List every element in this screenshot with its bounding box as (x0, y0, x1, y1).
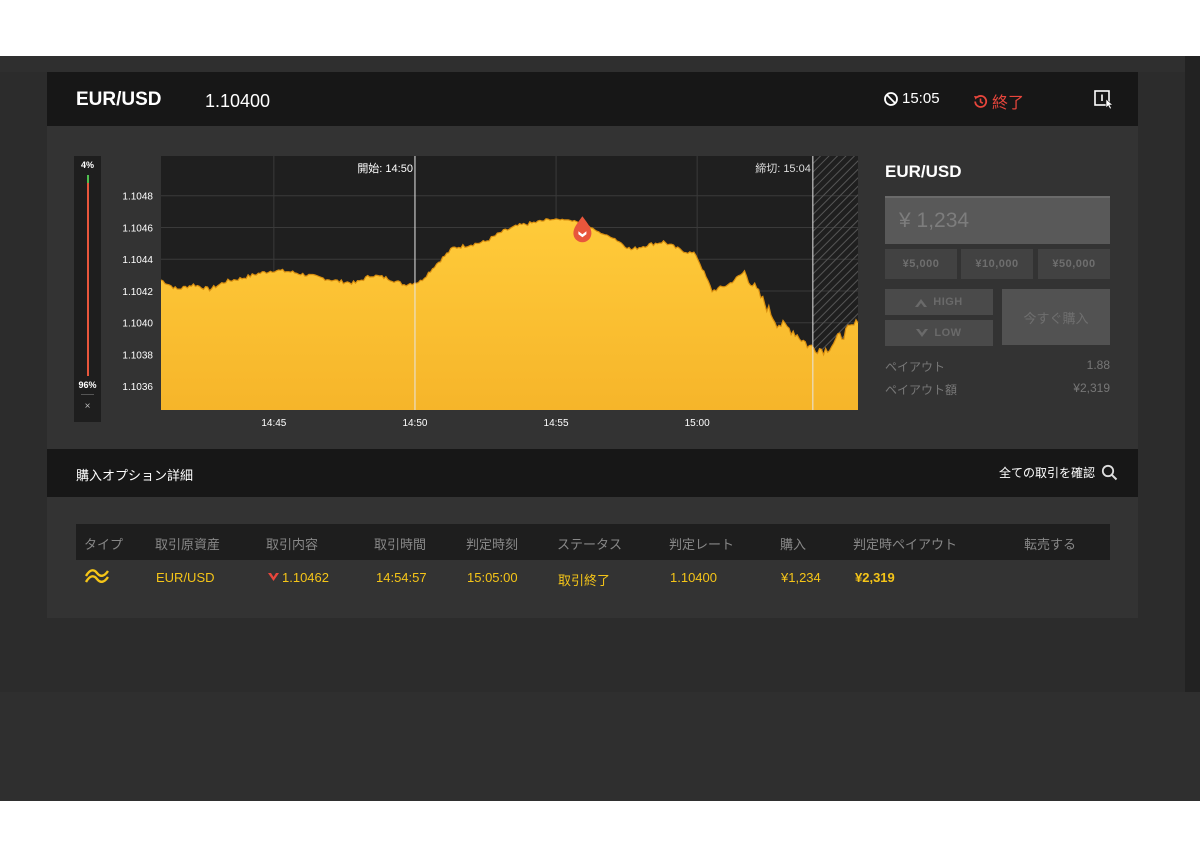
price-chart: 1.1048 1.1046 1.1044 1.1042 1.1040 1.1038 1.10… (122, 156, 859, 429)
window-cursor-icon (1094, 90, 1114, 110)
low-label: LOW (934, 327, 962, 339)
col-judge-rate: 判定レート (669, 537, 735, 552)
trade-pair-title: EUR/USD (885, 162, 962, 181)
y-tick-label: 1.1040 (122, 319, 153, 330)
payout-label: ペイアウト (885, 360, 946, 374)
payout-value: 1.88 (1086, 358, 1110, 372)
option-type-icon (84, 567, 110, 590)
row-content: 1.10462 (268, 570, 329, 585)
row-content-rate: 1.10462 (282, 570, 329, 585)
high-label: HIGH (933, 296, 963, 308)
sentiment-low-bar (87, 183, 89, 376)
table-row[interactable]: EUR/USD 1.10462 14:54:57 15:05:00 取引終了 1… (76, 560, 1110, 596)
start-time-label: 開始: 14:50 (357, 161, 413, 175)
amount-input[interactable] (885, 196, 1110, 244)
payout-amount-label: ペイアウト額 (885, 383, 958, 397)
preset-10000-button[interactable]: ¥10,000 (961, 249, 1033, 279)
view-all-trades-link[interactable]: 全ての取引を確認 (999, 464, 1118, 481)
y-tick-label: 1.1044 (122, 255, 153, 266)
col-payout: 判定時ペイアウト (853, 537, 958, 552)
col-resell: 転売する (1024, 537, 1077, 552)
col-asset: 取引原資産 (155, 537, 221, 552)
trading-panel: EUR/USD 1.10400 15:05 終了 4% 96% × 1.1048… (47, 72, 1138, 618)
app-stage: EUR/USD 1.10400 15:05 終了 4% 96% × 1.1048… (0, 56, 1200, 801)
y-tick-label: 1.1042 (122, 287, 153, 298)
options-title: 購入オプション詳細 (76, 468, 194, 483)
y-tick-label: 1.1036 (122, 382, 153, 393)
one-click-mode-button[interactable] (1093, 88, 1115, 110)
y-tick-label: 1.1048 (122, 192, 153, 203)
low-direction-icon (268, 573, 279, 581)
payout-row: ペイアウト 1.88 (885, 358, 1110, 375)
sentiment-divider (81, 394, 94, 395)
options-header: 購入オプション詳細 全ての取引を確認 (47, 449, 1138, 497)
sentiment-close-icon[interactable]: × (74, 401, 101, 412)
col-type: タイプ (84, 537, 124, 552)
low-button[interactable]: LOW (885, 320, 993, 346)
sentiment-high-bar (87, 175, 89, 183)
view-all-label: 全ての取引を確認 (999, 466, 1096, 480)
status-ended-text: 終了 (992, 95, 1025, 112)
payout-amount-value: ¥2,319 (1073, 381, 1110, 395)
timer-text: 15:05 (902, 90, 940, 107)
deadline-time-label: 締切: 15:04 (755, 161, 811, 175)
x-axis-labels: 14:45 14:50 14:55 15:00 (261, 418, 710, 429)
col-judge-time: 判定時刻 (466, 537, 519, 552)
payout-amount-row: ペイアウト額 ¥2,319 (885, 381, 1110, 398)
x-tick-label: 14:50 (402, 418, 427, 429)
x-tick-label: 14:45 (261, 418, 286, 429)
row-trade-time: 14:54:57 (376, 570, 427, 585)
row-judge-rate: 1.10400 (670, 570, 717, 585)
col-content: 取引内容 (266, 537, 319, 552)
row-purchase: ¥1,234 (781, 570, 821, 585)
row-payout: ¥2,319 (855, 570, 895, 585)
sentiment-low-percent: 96% (78, 380, 97, 390)
col-status: ステータス (557, 537, 623, 552)
current-rate: 1.10400 (205, 91, 271, 111)
row-asset: EUR/USD (156, 570, 215, 585)
panel-header: EUR/USD 1.10400 15:05 終了 (47, 72, 1138, 126)
x-tick-label: 14:55 (544, 418, 569, 429)
search-icon (1101, 464, 1118, 481)
preset-5000-button[interactable]: ¥5,000 (885, 249, 957, 279)
pair-title: EUR/USD (76, 89, 162, 110)
col-purchase: 購入 (780, 537, 807, 552)
buy-now-button[interactable]: 今すぐ購入 (1002, 289, 1110, 345)
lower-area (0, 692, 1200, 801)
col-trade-time: 取引時間 (374, 537, 427, 552)
x-tick-label: 15:00 (685, 418, 710, 429)
table-header: タイプ 取引原資産 取引内容 取引時間 判定時刻 ステータス 判定レート 購入 … (76, 524, 1110, 560)
status-ended: 終了 (972, 89, 1024, 113)
high-arrow-icon (915, 298, 928, 307)
y-tick-label: 1.1038 (122, 350, 153, 361)
countdown-timer: 15:05 (883, 90, 940, 107)
y-tick-label: 1.1046 (122, 223, 153, 234)
low-arrow-icon (916, 328, 929, 337)
history-clock-icon (974, 94, 988, 108)
sentiment-high-percent: 4% (80, 160, 94, 170)
no-entry-icon (884, 91, 898, 106)
preset-50000-button[interactable]: ¥50,000 (1038, 249, 1110, 279)
row-judge-time: 15:05:00 (467, 570, 518, 585)
top-strip (0, 56, 1185, 72)
high-button[interactable]: HIGH (885, 289, 993, 315)
y-axis-labels: 1.1048 1.1046 1.1044 1.1042 1.1040 1.1038 1.10… (122, 192, 153, 394)
scrollbar-rail[interactable] (1185, 56, 1200, 801)
row-status: 取引終了 (558, 573, 611, 588)
trader-sentiment-bar: 4% 96% × (74, 156, 101, 422)
